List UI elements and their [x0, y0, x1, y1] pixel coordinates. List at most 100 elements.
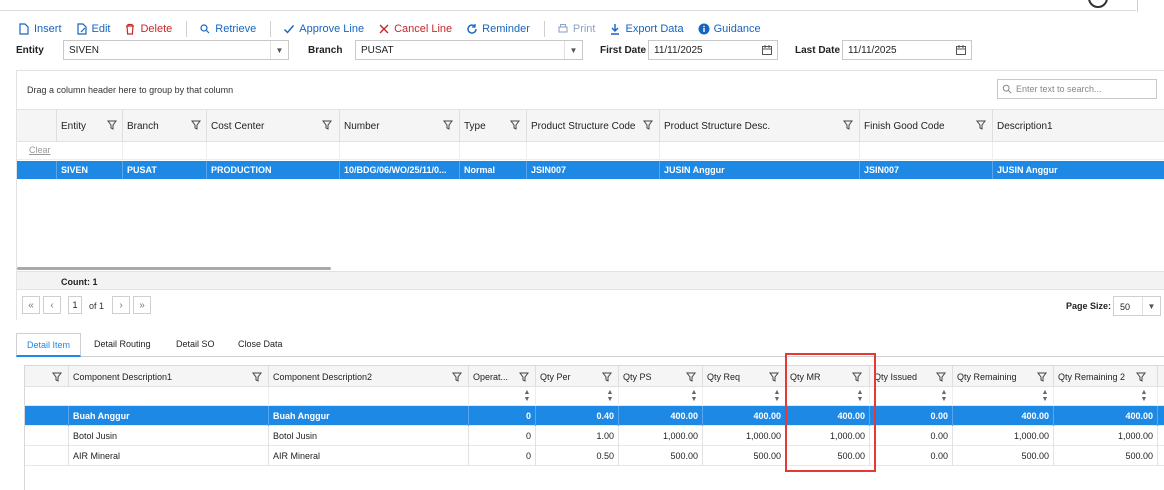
spin-arrows-icon[interactable]: ▲ ▼	[522, 389, 532, 403]
filter-icon[interactable]	[443, 120, 453, 130]
filter-cell[interactable]	[207, 142, 340, 160]
last-date-label: Last Date	[795, 45, 841, 56]
column-header-product-structure-code[interactable]: Product Structure Code	[527, 110, 660, 141]
grid-search-input[interactable]: Enter text to search...	[997, 79, 1157, 99]
group-panel[interactable]: Drag a column header here to group by th…	[17, 71, 1164, 109]
column-header-product-structure-desc[interactable]: Product Structure Desc.	[660, 110, 860, 141]
export-data-button[interactable]: Export Data	[609, 23, 684, 35]
first-page-button[interactable]: «	[22, 296, 40, 314]
column-header-finish-good-code[interactable]: Finish Good Code	[860, 110, 993, 141]
spin-arrows-icon[interactable]: ▲ ▼	[1040, 389, 1050, 403]
tab-detail-routing[interactable]: Detail Routing	[84, 333, 161, 357]
cell-qty-mr: 1,000.00	[786, 426, 870, 446]
filter-icon[interactable]	[936, 372, 946, 382]
calendar-icon[interactable]	[955, 44, 967, 56]
search-icon	[200, 24, 210, 34]
page-number-input[interactable]: 1	[68, 296, 82, 314]
filter-icon[interactable]	[1037, 372, 1047, 382]
filter-icon[interactable]	[769, 372, 779, 382]
filter-cell[interactable]	[123, 142, 207, 160]
filter-icon[interactable]	[519, 372, 529, 382]
retrieve-button[interactable]: Retrieve	[199, 23, 256, 35]
column-header-component-description2[interactable]: Component Description2	[269, 366, 469, 387]
cell-operation: 0	[469, 446, 536, 466]
horizontal-scrollbar[interactable]	[17, 267, 331, 270]
window-top-edge	[0, 0, 1164, 12]
filter-cell[interactable]	[460, 142, 527, 160]
filter-cell[interactable]	[953, 387, 1054, 406]
prev-page-button[interactable]: ‹	[43, 296, 61, 314]
print-button[interactable]: Print	[557, 23, 595, 35]
reminder-button[interactable]: Reminder	[466, 23, 530, 35]
filter-cell[interactable]	[527, 142, 660, 160]
next-page-button[interactable]: ›	[112, 296, 130, 314]
cell-qty-issued: 0.00	[870, 446, 953, 466]
cancel-line-button[interactable]: Cancel Line	[378, 23, 452, 35]
column-header-cost-center[interactable]: Cost Center	[207, 110, 340, 141]
filter-cell[interactable]	[57, 142, 123, 160]
table-row[interactable]: Botol Jusin Botol Jusin 0 1.00 1,000.00 …	[25, 426, 1164, 446]
spin-arrows-icon[interactable]: ▲ ▼	[772, 389, 782, 403]
chevron-down-icon[interactable]: ▼	[1142, 297, 1160, 315]
cell-qty-req: 400.00	[703, 406, 786, 426]
delete-button[interactable]: Delete	[124, 23, 172, 35]
first-date-input[interactable]: 11/11/2025	[648, 40, 778, 60]
filter-cell[interactable]	[69, 387, 269, 406]
filter-icon[interactable]	[843, 120, 853, 130]
entity-select[interactable]: SIVEN ▼	[63, 40, 289, 60]
table-row[interactable]: AIR Mineral AIR Mineral 0 0.50 500.00 50…	[25, 446, 1164, 466]
filter-icon[interactable]	[643, 120, 653, 130]
filter-icon[interactable]	[510, 120, 520, 130]
cell-description1: JUSIN Anggur	[997, 165, 1058, 175]
chevron-down-icon[interactable]: ▼	[564, 41, 582, 59]
edit-button[interactable]: Edit	[76, 23, 110, 35]
insert-button[interactable]: Insert	[18, 23, 62, 35]
filter-cell[interactable]	[269, 387, 469, 406]
calendar-icon[interactable]	[761, 44, 773, 56]
filter-icon[interactable]	[107, 120, 117, 130]
table-row-selected[interactable]: Buah Anggur Buah Anggur 0 0.40 400.00 40…	[25, 406, 1164, 426]
filter-icon[interactable]	[252, 372, 262, 382]
filter-icon[interactable]	[452, 372, 462, 382]
spin-arrows-icon[interactable]: ▲ ▼	[605, 389, 615, 403]
tab-detail-item[interactable]: Detail Item	[16, 333, 82, 357]
clear-filter-link[interactable]: Clear	[29, 145, 51, 155]
tab-detail-so[interactable]: Detail SO	[166, 333, 225, 357]
spin-arrows-icon[interactable]: ▲ ▼	[939, 389, 949, 403]
filter-icon[interactable]	[322, 120, 332, 130]
branch-select[interactable]: PUSAT ▼	[355, 40, 583, 60]
filter-cell[interactable]	[340, 142, 460, 160]
filter-icon[interactable]	[191, 120, 201, 130]
spin-arrows-icon[interactable]: ▲ ▼	[689, 389, 699, 403]
column-header-number[interactable]: Number	[340, 110, 460, 141]
last-page-button[interactable]: »	[133, 296, 151, 314]
filter-icon[interactable]	[686, 372, 696, 382]
page-size-select[interactable]: 50 ▼	[1113, 296, 1161, 316]
filter-icon[interactable]	[852, 372, 862, 382]
filter-icon[interactable]	[1136, 372, 1146, 382]
filter-icon[interactable]	[976, 120, 986, 130]
row-indicator	[17, 161, 57, 179]
column-header-component-description1[interactable]: Component Description1	[69, 366, 269, 387]
filter-cell[interactable]	[860, 142, 993, 160]
tab-close-data[interactable]: Close Data	[228, 333, 293, 357]
cell-operation: 0	[469, 406, 536, 426]
cell-qty-ps: 1,000.00	[619, 426, 703, 446]
check-icon	[284, 25, 295, 34]
filter-cell[interactable]	[660, 142, 860, 160]
spin-arrows-icon[interactable]: ▲ ▼	[1139, 389, 1149, 403]
last-date-input[interactable]: 11/11/2025	[842, 40, 972, 60]
filter-icon[interactable]	[52, 372, 62, 382]
spin-arrows-icon[interactable]: ▲ ▼	[855, 389, 865, 403]
chevron-down-icon[interactable]: ▼	[270, 41, 288, 59]
entity-label: Entity	[16, 45, 44, 56]
guidance-button[interactable]: Guidance	[698, 23, 761, 35]
filter-icon[interactable]	[602, 372, 612, 382]
column-header-description1[interactable]: Description1	[993, 110, 1164, 141]
cell-operation: 0	[469, 426, 536, 446]
table-row-selected[interactable]: SIVEN PUSAT PRODUCTION 10/BDG/06/WO/25/1…	[17, 161, 1164, 179]
page-of-label: of 1	[89, 301, 105, 311]
vertical-scrollbar[interactable]	[1157, 368, 1164, 386]
approve-line-button[interactable]: Approve Line	[283, 23, 364, 35]
cell-qty-remaining-2: 400.00	[1054, 406, 1158, 426]
